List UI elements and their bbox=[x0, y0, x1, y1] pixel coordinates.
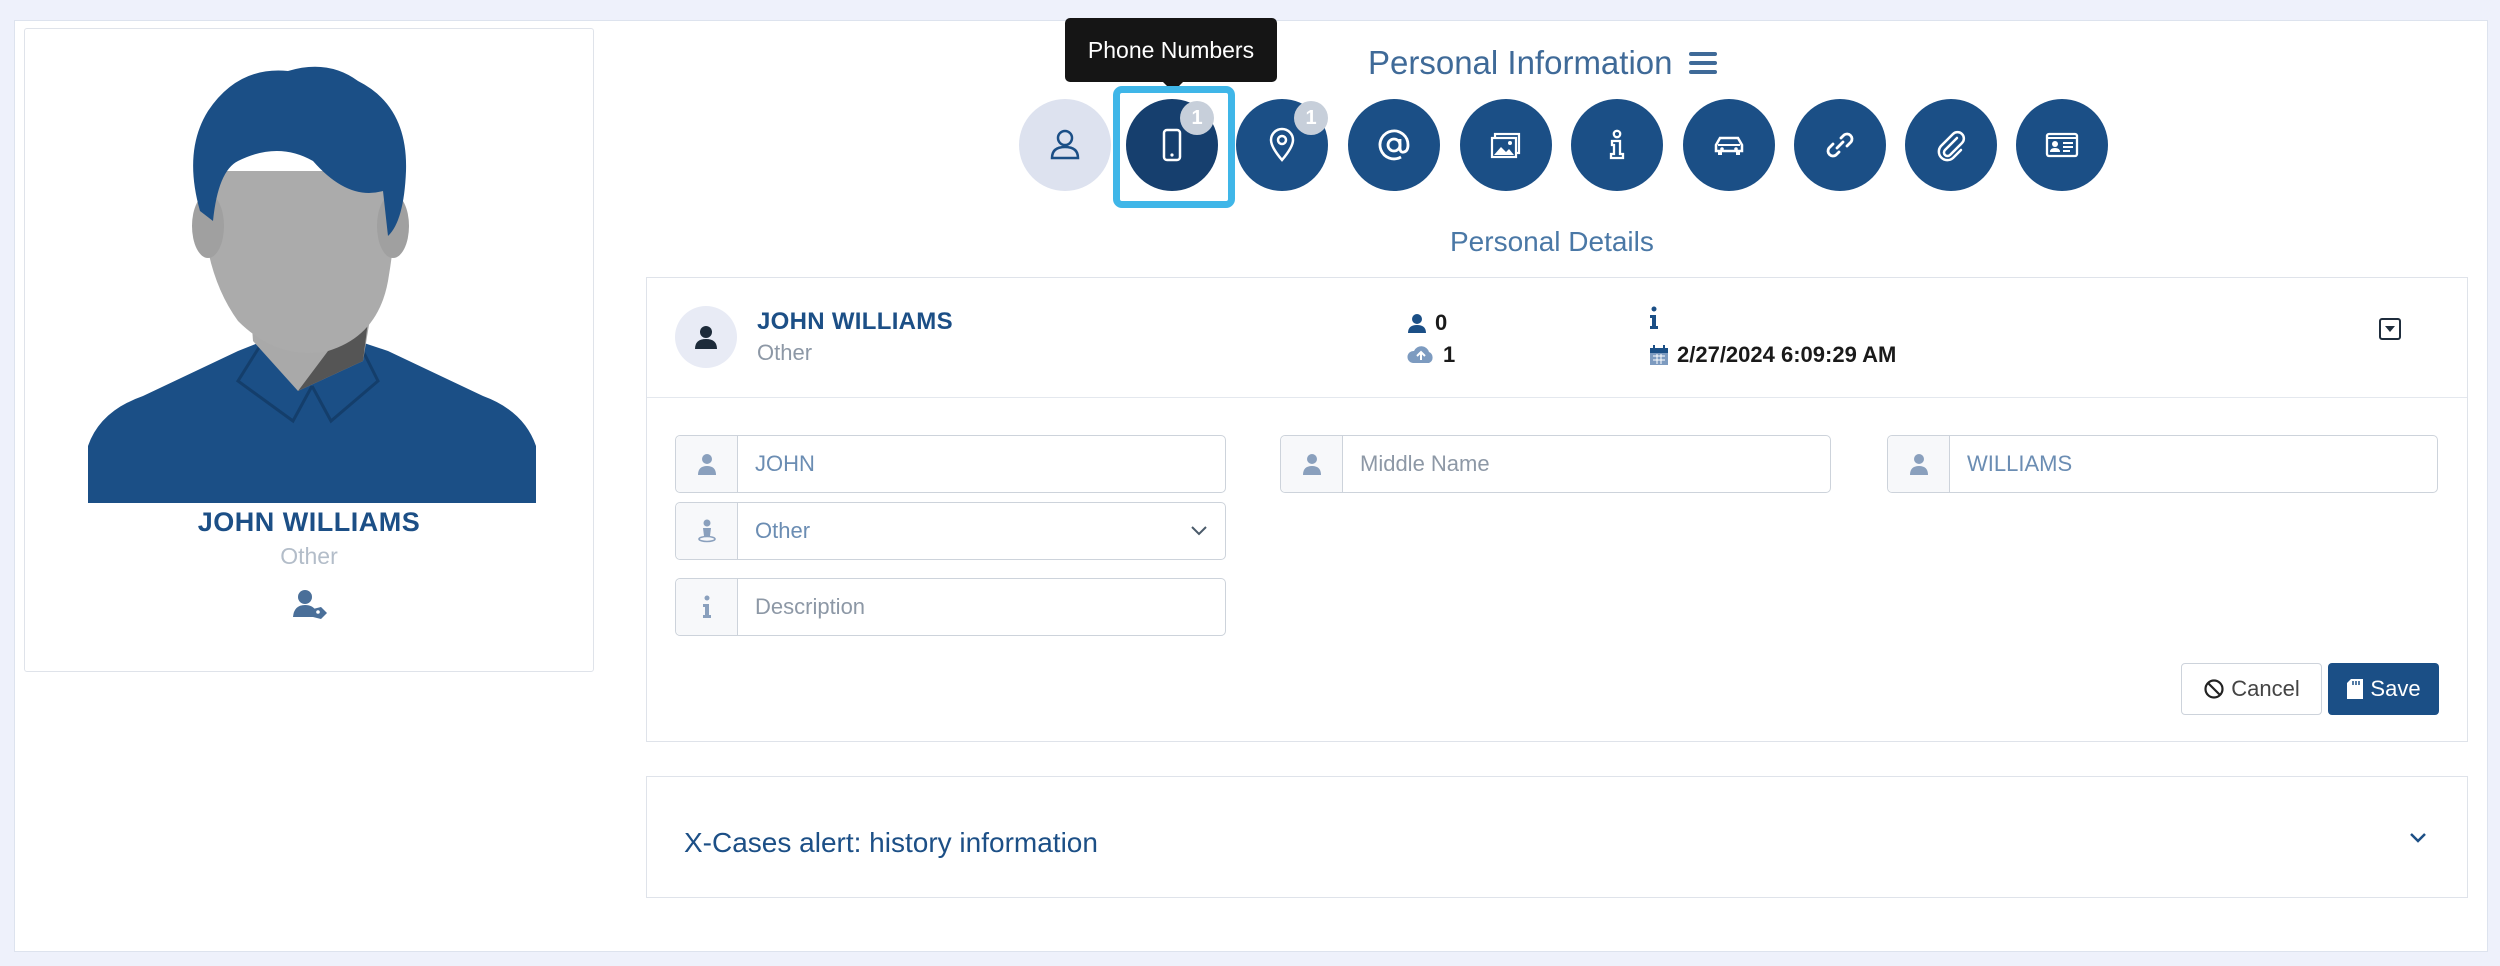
section-title: Personal Information bbox=[1368, 44, 1717, 82]
last-name-input[interactable] bbox=[1950, 436, 2437, 492]
sd-card-icon bbox=[2347, 679, 2364, 699]
details-datetime: 2/27/2024 6:09:29 AM bbox=[1677, 342, 1897, 367]
middle-name-input[interactable] bbox=[1343, 436, 1830, 492]
type-select-field: Other bbox=[675, 502, 1226, 560]
chevron-down-icon bbox=[1191, 526, 1207, 536]
users-count: 0 bbox=[1435, 310, 1448, 335]
user-icon bbox=[1888, 436, 1950, 492]
details-info[interactable] bbox=[1649, 306, 1659, 330]
type-select-value: Other bbox=[755, 518, 811, 543]
save-button[interactable]: Save bbox=[2328, 663, 2439, 715]
first-name-field bbox=[675, 435, 1226, 493]
profile-name: JOHN WILLIAMS bbox=[197, 507, 421, 537]
description-field bbox=[675, 578, 1226, 636]
details-header-name: JOHN WILLIAMS bbox=[757, 308, 953, 335]
collapse-toggle[interactable] bbox=[2379, 318, 2401, 340]
subsection-title: Personal Details bbox=[1450, 226, 1654, 257]
id-card-icon bbox=[2045, 132, 2079, 158]
section-title-text: Personal Information bbox=[1368, 44, 1673, 81]
tab-images[interactable] bbox=[1460, 99, 1552, 191]
tab-links[interactable] bbox=[1794, 99, 1886, 191]
paperclip-icon bbox=[1937, 130, 1966, 162]
tab-id-card[interactable] bbox=[2016, 99, 2108, 191]
address-badge: 1 bbox=[1294, 101, 1328, 135]
cancel-label: Cancel bbox=[2231, 676, 2300, 701]
xcases-alert-panel[interactable]: X-Cases alert: history information bbox=[646, 776, 2468, 898]
middle-name-field bbox=[1280, 435, 1831, 493]
save-label: Save bbox=[2370, 676, 2421, 701]
last-name-field bbox=[1887, 435, 2438, 493]
details-header: JOHN WILLIAMS Other 0 1 2/27/2024 6:09:2… bbox=[647, 278, 2467, 398]
personal-details-panel: JOHN WILLIAMS Other 0 1 2/27/2024 6:09:2… bbox=[646, 277, 2468, 742]
tab-info[interactable] bbox=[1571, 99, 1663, 191]
map-pin-icon bbox=[1269, 127, 1295, 162]
cancel-button[interactable]: Cancel bbox=[2181, 663, 2322, 715]
image-icon bbox=[1490, 132, 1521, 159]
user-icon bbox=[1408, 314, 1426, 333]
user-solid-icon bbox=[695, 326, 717, 349]
profile-card: JOHN WILLIAMS Other bbox=[24, 28, 594, 672]
profile-avatar bbox=[88, 51, 536, 503]
tab-attachments[interactable] bbox=[1905, 99, 1997, 191]
link-icon bbox=[1826, 132, 1854, 158]
uploads-count: 1 bbox=[1443, 342, 1456, 367]
first-name-input[interactable] bbox=[738, 436, 1225, 492]
cloud-upload-icon bbox=[1407, 346, 1433, 363]
alert-title: X-Cases alert: history information bbox=[684, 827, 1098, 858]
tab-vehicles[interactable] bbox=[1683, 99, 1775, 191]
car-icon bbox=[1714, 136, 1744, 155]
chevron-down-icon[interactable] bbox=[2407, 827, 2429, 849]
calendar-icon bbox=[1650, 345, 1668, 365]
small-avatar bbox=[675, 306, 737, 368]
phone-badge: 1 bbox=[1180, 101, 1214, 135]
info-icon bbox=[1609, 129, 1625, 160]
user-icon bbox=[1050, 129, 1080, 160]
ban-icon bbox=[2204, 679, 2224, 699]
users-count-stat: 0 bbox=[1407, 310, 1447, 336]
hamburger-menu-icon[interactable] bbox=[1688, 52, 1717, 74]
user-icon bbox=[1281, 436, 1343, 492]
user-icon bbox=[676, 436, 738, 492]
details-header-type: Other bbox=[757, 340, 813, 365]
info-icon bbox=[676, 579, 738, 635]
tooltip-phone-numbers: Phone Numbers bbox=[1065, 18, 1277, 92]
user-tag-icon[interactable] bbox=[293, 589, 329, 619]
type-select[interactable]: Other bbox=[738, 503, 1225, 559]
profile-type: Other bbox=[280, 543, 338, 569]
person-pin-icon bbox=[676, 503, 738, 559]
info-icon bbox=[1650, 306, 1658, 329]
tab-email[interactable] bbox=[1348, 99, 1440, 191]
description-input[interactable] bbox=[738, 579, 1225, 635]
at-icon bbox=[1378, 129, 1410, 161]
datetime-stat: 2/27/2024 6:09:29 AM bbox=[1649, 342, 1896, 368]
tab-person[interactable] bbox=[1019, 99, 1111, 191]
uploads-count-stat: 1 bbox=[1407, 342, 1455, 368]
